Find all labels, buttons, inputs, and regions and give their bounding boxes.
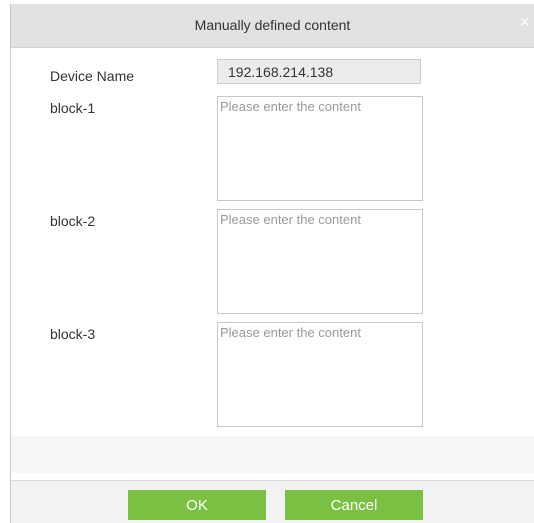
ok-button[interactable]: OK — [128, 490, 266, 520]
block-1-label: block-1 — [50, 100, 96, 116]
dialog-title: Manually defined content — [194, 17, 351, 33]
dialog-footer: OK Cancel — [11, 480, 534, 523]
cancel-button[interactable]: Cancel — [285, 490, 423, 520]
close-icon[interactable]: × — [519, 13, 530, 31]
block-3-label: block-3 — [50, 326, 96, 342]
device-name-field: 192.168.214.138 — [217, 59, 421, 84]
manual-content-dialog: Manually defined content × Device Name 1… — [10, 4, 534, 523]
block-1-textarea[interactable] — [217, 96, 423, 201]
device-name-label: Device Name — [50, 68, 135, 84]
form-bottom-band — [11, 436, 534, 473]
block-3-textarea[interactable] — [217, 322, 423, 427]
dialog-titlebar: Manually defined content × — [11, 4, 534, 48]
block-2-textarea[interactable] — [217, 209, 423, 314]
block-2-label: block-2 — [50, 213, 96, 229]
dialog-body: Device Name 192.168.214.138 block-1 bloc… — [11, 48, 534, 480]
